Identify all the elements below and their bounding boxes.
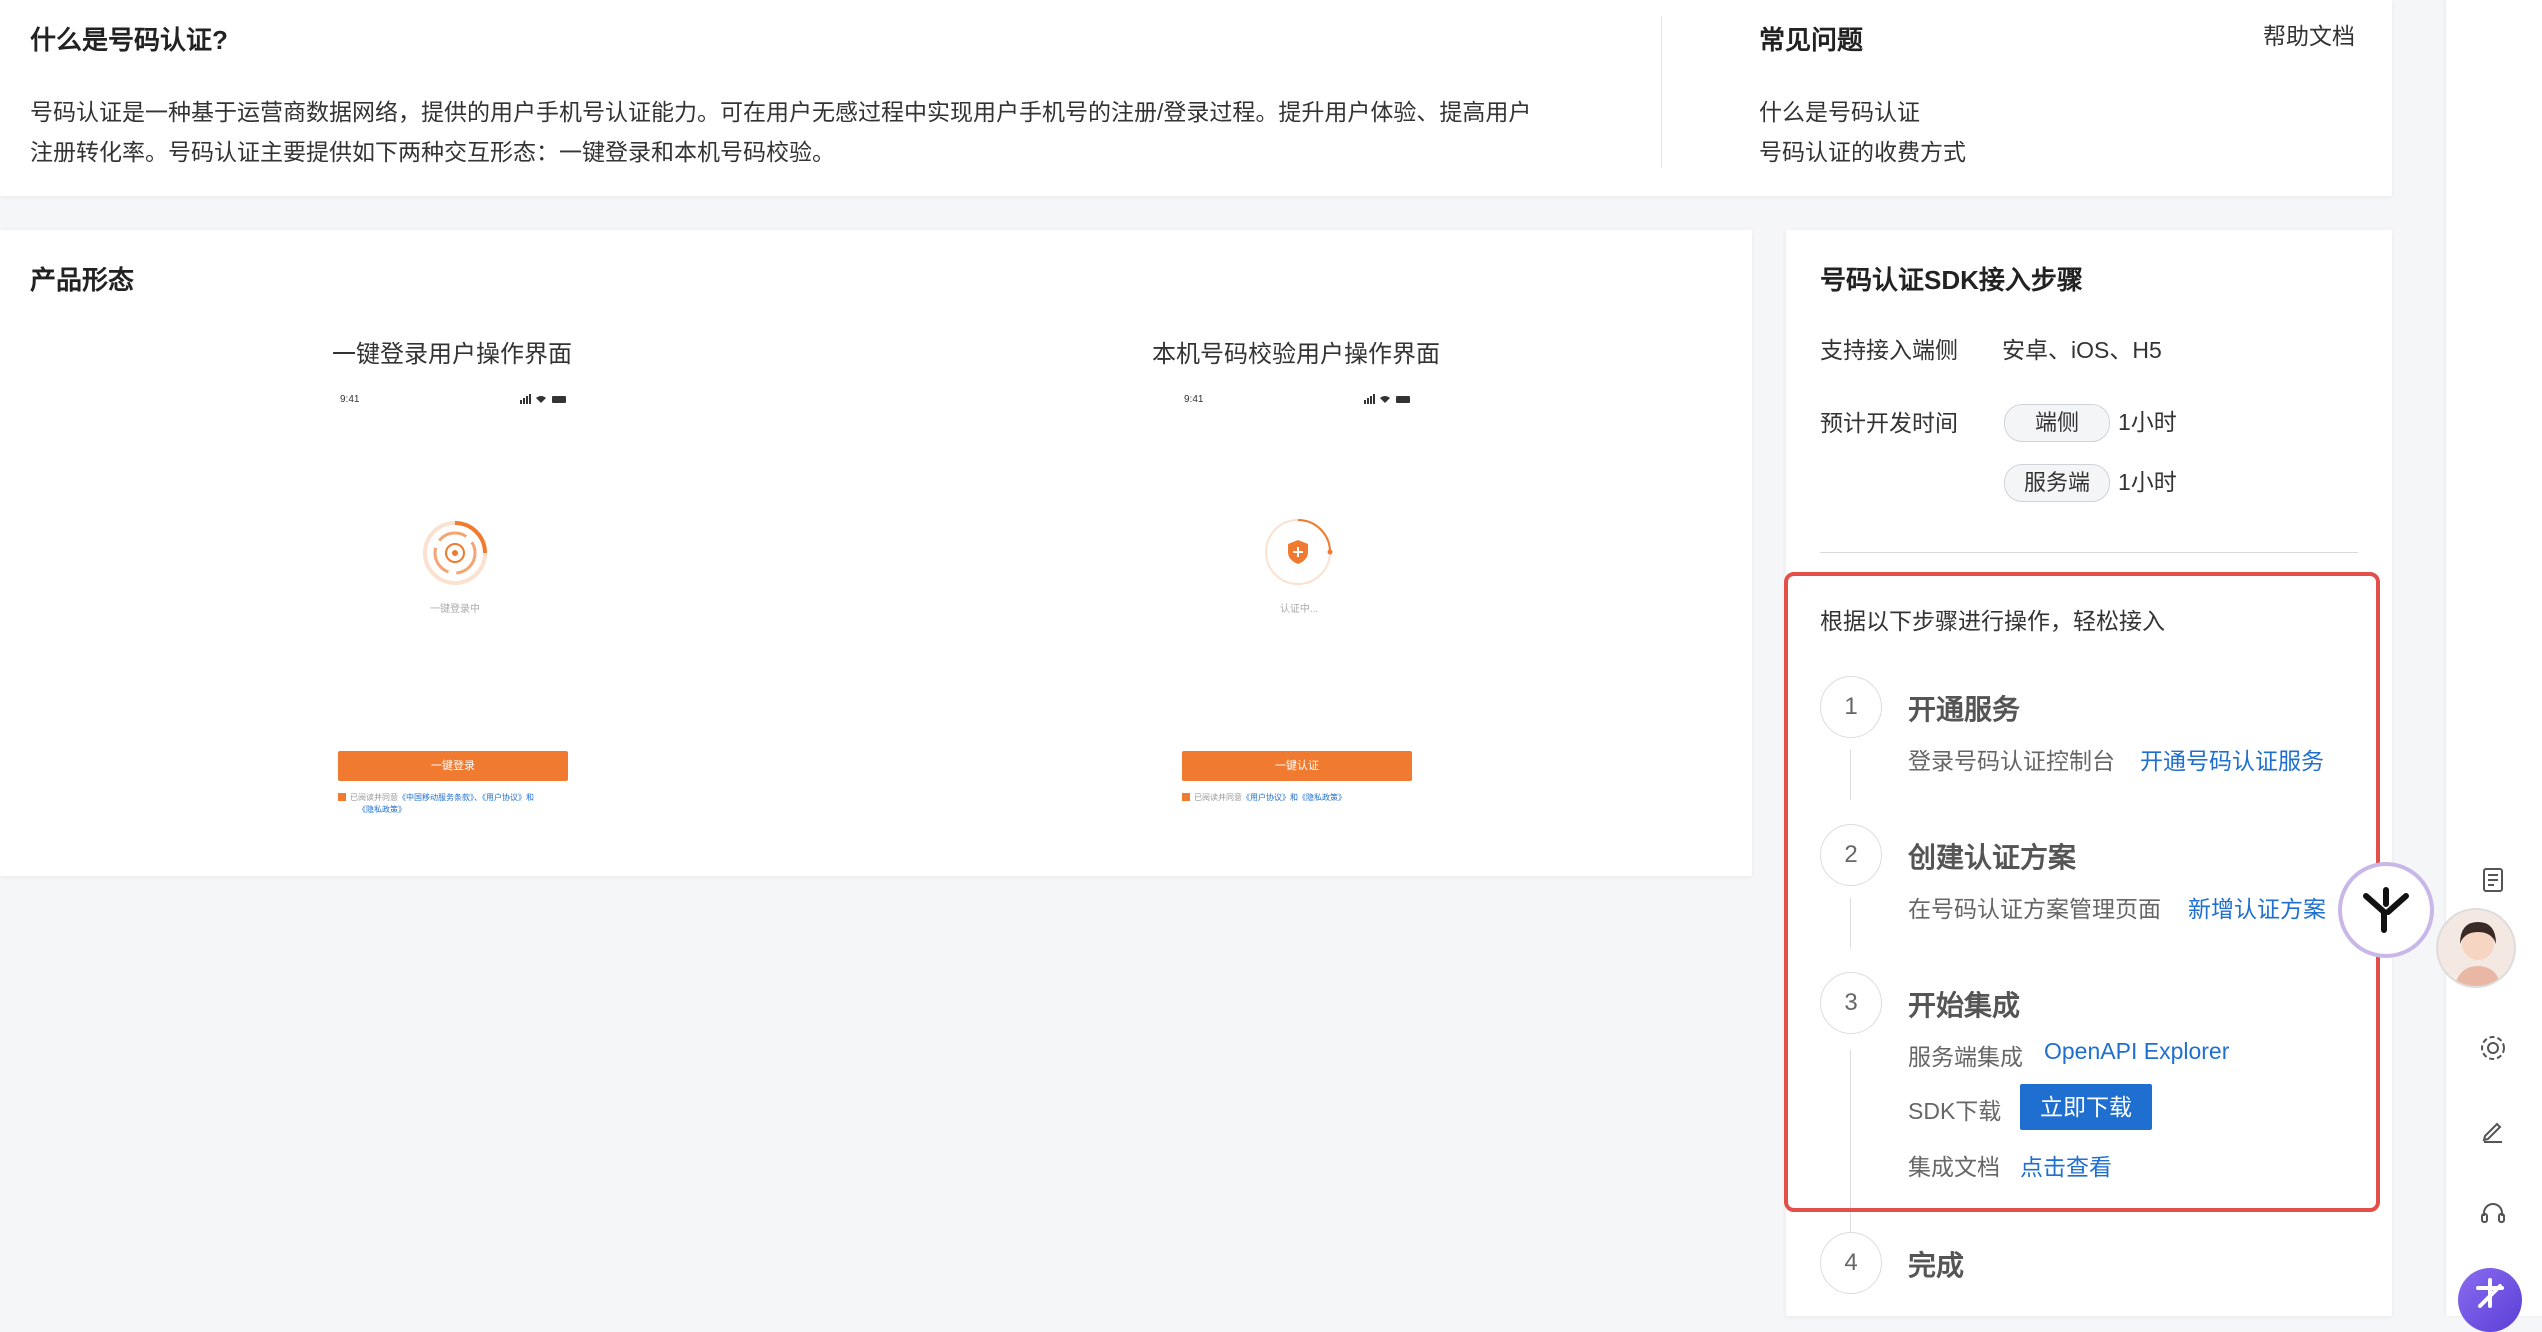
number-verify-mockup: 9:41 认证中... 一键认证 已阅读并同意《用户协议》和《隐私政策》	[1174, 388, 1424, 838]
one-click-login-caption: 一键登录用户操作界面	[332, 341, 572, 368]
verify-loading-text: 认证中...	[1279, 604, 1319, 615]
sdk-divider	[1820, 552, 2358, 553]
edit-pen-icon[interactable]	[2475, 1112, 2511, 1148]
one-click-login-button: 一键登录	[338, 751, 568, 781]
app-launcher-icon[interactable]	[2458, 1268, 2522, 1332]
faq-item-pricing[interactable]: 号码认证的收费方式	[1759, 132, 1966, 172]
product-title: 产品形态	[30, 265, 135, 295]
intro-divider	[1661, 16, 1662, 168]
phone-time: 9:41	[1184, 394, 1204, 405]
dev-time-label: 预计开发时间	[1820, 410, 1958, 436]
intro-title: 什么是号码认证?	[30, 25, 228, 55]
login-loading-spinner-icon	[423, 521, 487, 585]
login-agreement: 已阅读并同意《中国移动服务条款》、《用户协议》和 《隐私政策》	[338, 792, 574, 816]
step-4-title: 完成	[1908, 1250, 1965, 1281]
one-click-login-mockup: 9:41 一键登录中 一键登录 已阅读并同意《中国移动服务条款》、《用户协议》和…	[330, 388, 580, 838]
phone-status-icons	[1364, 394, 1410, 404]
intro-description-line2: 注册转化率。号码认证主要提供如下两种交互形态：一键登录和本机号码校验。	[30, 139, 835, 165]
steps-highlight-box	[1784, 572, 2380, 1212]
phone-time: 9:41	[340, 394, 360, 405]
brand-logo-icon[interactable]	[2338, 862, 2434, 958]
intro-card: 什么是号码认证? 号码认证是一种基于运营商数据网络，提供的用户手机号认证能力。可…	[0, 0, 2392, 196]
support-value: 安卓、iOS、H5	[2002, 337, 2162, 363]
login-loading-text: 一键登录中	[430, 604, 480, 615]
settings-gear-icon[interactable]	[2475, 1030, 2511, 1066]
server-tag: 服务端	[2004, 464, 2110, 502]
verify-shield-icon	[1265, 519, 1333, 585]
step-4-number: 4	[1820, 1232, 1882, 1294]
agree-checkbox-icon	[1182, 793, 1190, 801]
headset-support-icon[interactable]	[2475, 1196, 2511, 1232]
number-verify-caption: 本机号码校验用户操作界面	[1152, 341, 1440, 368]
product-card: 产品形态 一键登录用户操作界面 9:41 一键登录中 一键登录 已阅读并同意《中…	[0, 230, 1752, 876]
assistant-avatar-icon[interactable]	[2436, 908, 2516, 988]
sdk-title: 号码认证SDK接入步骤	[1820, 265, 2083, 295]
client-tag: 端侧	[2004, 404, 2110, 442]
help-docs-link[interactable]: 帮助文档	[2263, 16, 2355, 56]
faq-item-what-is[interactable]: 什么是号码认证	[1759, 92, 1920, 132]
verify-agreement: 已阅读并同意《用户协议》和《隐私政策》	[1182, 792, 1418, 804]
support-label: 支持接入端侧	[1820, 337, 1958, 363]
phone-status-icons	[520, 394, 566, 404]
one-click-verify-button: 一键认证	[1182, 751, 1412, 781]
checklist-icon[interactable]	[2475, 862, 2511, 898]
server-time: 1小时	[2118, 469, 2177, 495]
intro-description-line1: 号码认证是一种基于运营商数据网络，提供的用户手机号认证能力。可在用户无感过程中实…	[30, 99, 1532, 125]
client-time: 1小时	[2118, 409, 2177, 435]
faq-title: 常见问题	[1759, 25, 1864, 55]
agree-checkbox-icon	[338, 793, 346, 801]
